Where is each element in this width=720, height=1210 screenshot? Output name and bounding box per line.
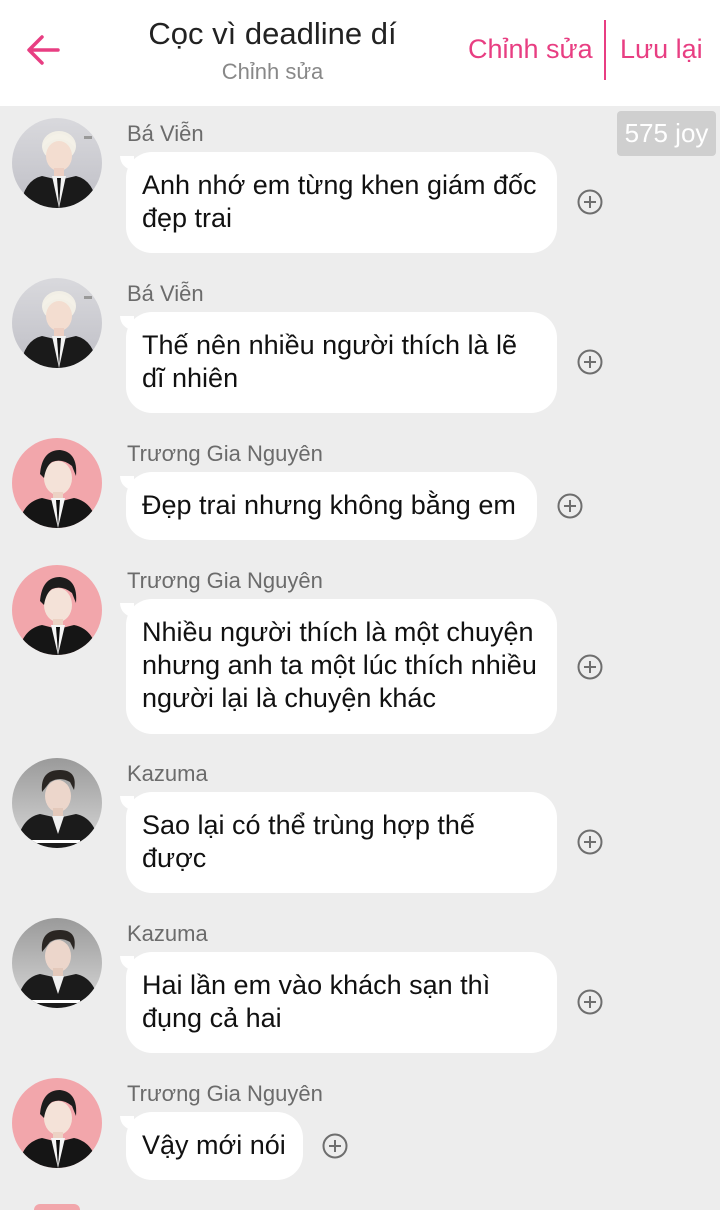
page-title: Cọc vì deadline dí [148,16,397,51]
add-icon[interactable] [557,493,583,519]
back-arrow-icon[interactable] [22,28,66,72]
message-bubble[interactable]: Thế nên nhiều người thích là lẽ dĩ nhiên [120,312,557,413]
title-block: Cọc vì deadline dí Chỉnh sửa [100,14,445,86]
sender-name: Trương Gia Nguyên [127,441,323,466]
truong-gia-nguyen-avatar[interactable] [12,1078,102,1168]
message-text: Nhiều người thích là một chuyện nhưng an… [142,617,537,713]
sender-name: Kazuma [127,921,208,946]
kazuma-avatar[interactable] [12,918,102,1008]
message-text: Hai lần em vào khách sạn thì đụng cả hai [142,970,491,1033]
header-divider [604,20,606,80]
ba-vien-avatar[interactable] [12,278,102,368]
add-icon[interactable] [577,189,603,215]
app-header: Cọc vì deadline dí Chỉnh sửa Chỉnh sửa L… [0,0,720,106]
truong-gia-nguyen-avatar[interactable] [12,565,102,655]
add-icon[interactable] [577,654,603,680]
add-icon[interactable] [577,829,603,855]
message-bubble[interactable]: Đẹp trai nhưng không bằng em [120,472,537,540]
message-bubble[interactable]: Sao lại có thể trùng hợp thế được [120,792,557,893]
save-button[interactable]: Lưu lại [620,34,703,65]
sender-name: Kazuma [127,761,208,786]
sender-name: Bá Viễn [127,121,204,146]
add-icon[interactable] [577,989,603,1015]
message-bubble[interactable]: Nhiều người thích là một chuyện nhưng an… [120,599,557,734]
truong-gia-nguyen-avatar[interactable] [12,438,102,528]
message-bubble[interactable]: Hai lần em vào khách sạn thì đụng cả hai [120,952,557,1053]
message-bubble[interactable]: Vậy mới nói [120,1112,303,1180]
message-text: Đẹp trai nhưng không bằng em [142,490,516,520]
sender-name: Trương Gia Nguyên [127,1081,323,1106]
add-icon[interactable] [322,1133,348,1159]
message-text: Vậy mới nói [142,1130,286,1160]
sender-name: Trương Gia Nguyên [127,568,323,593]
page-subtitle: Chỉnh sửa [221,59,324,84]
edit-button[interactable]: Chỉnh sửa [468,34,593,65]
ba-vien-avatar[interactable] [12,118,102,208]
message-text: Sao lại có thể trùng hợp thế được [142,810,475,873]
next-avatar-partial [34,1204,80,1210]
message-text: Anh nhớ em từng khen giám đốc đẹp trai [142,170,537,233]
add-icon[interactable] [577,349,603,375]
message-bubble[interactable]: Anh nhớ em từng khen giám đốc đẹp trai [120,152,557,253]
message-text: Thế nên nhiều người thích là lẽ dĩ nhiên [142,330,518,393]
sender-name: Bá Viễn [127,281,204,306]
kazuma-avatar[interactable] [12,758,102,848]
joy-badge: 575 joy [617,111,716,156]
